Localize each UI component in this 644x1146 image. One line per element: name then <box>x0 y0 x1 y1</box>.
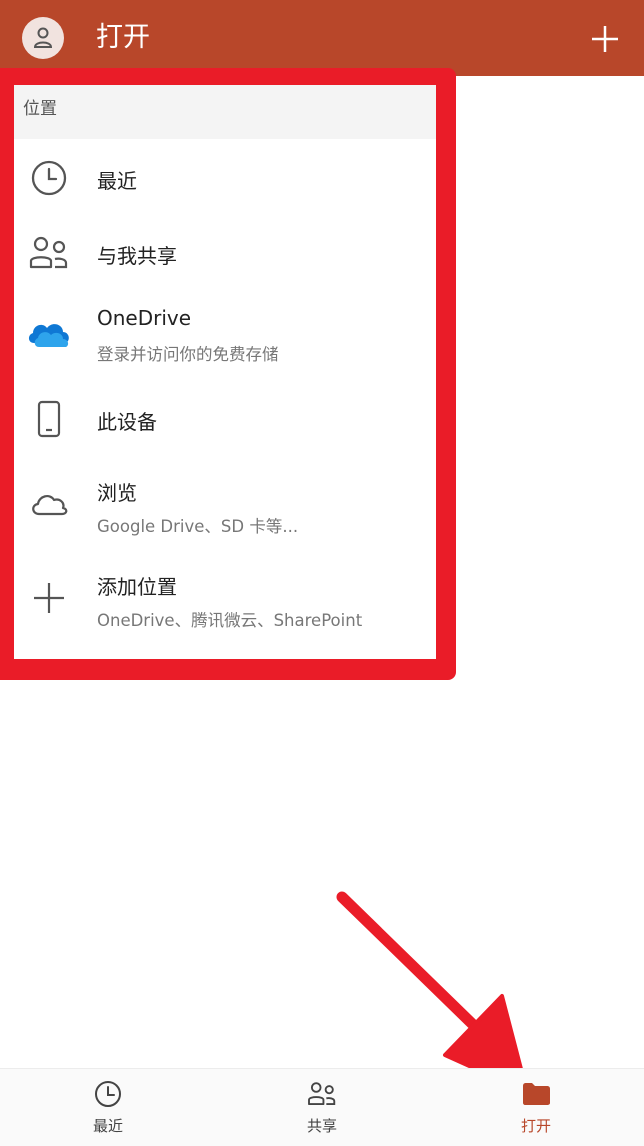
phone-icon <box>26 396 72 442</box>
folder-icon <box>520 1079 552 1109</box>
avatar[interactable] <box>22 17 64 59</box>
location-item-recent[interactable]: 最近 <box>14 139 436 215</box>
plus-icon <box>592 26 618 52</box>
nav-tab-shared[interactable]: 共享 <box>262 1069 382 1146</box>
people-icon <box>26 230 72 276</box>
app-bar: 打开 <box>0 0 644 76</box>
people-icon <box>306 1079 338 1109</box>
location-title: OneDrive <box>97 306 192 330</box>
nav-label: 打开 <box>520 1117 551 1135</box>
bottom-nav: 最近 共享 打开 <box>0 1068 644 1146</box>
location-subtitle: 登录并访问你的免费存储 <box>97 345 279 364</box>
nav-tab-recent[interactable]: 最近 <box>48 1069 168 1146</box>
location-title: 此设备 <box>97 410 157 434</box>
plus-icon <box>26 575 72 621</box>
location-item-device[interactable]: 此设备 <box>14 381 436 457</box>
location-title: 添加位置 <box>97 575 177 599</box>
location-item-shared[interactable]: 与我共享 <box>14 215 436 291</box>
clock-icon <box>92 1079 124 1109</box>
location-subtitle: OneDrive、腾讯微云、SharePoint <box>97 611 363 630</box>
section-header: 位置 <box>14 85 436 139</box>
nav-label: 共享 <box>306 1117 337 1135</box>
location-title: 与我共享 <box>97 244 177 268</box>
location-item-add[interactable]: 添加位置 OneDrive、腾讯微云、SharePoint <box>14 549 436 649</box>
location-item-onedrive[interactable]: OneDrive 登录并访问你的免费存储 <box>14 291 436 381</box>
location-title: 最近 <box>97 169 137 193</box>
clock-icon <box>26 155 72 201</box>
cloud-outline-icon <box>26 481 72 527</box>
onedrive-cloud-icon <box>24 311 72 357</box>
locations-panel: 位置 最近 与我共享 OneDrive 登录并访问你的免费存储 此设备 浏览 G… <box>14 85 436 659</box>
add-button[interactable] <box>588 22 622 56</box>
page-title: 打开 <box>96 22 150 53</box>
location-title: 浏览 <box>97 481 137 505</box>
person-icon <box>33 27 53 48</box>
location-item-browse[interactable]: 浏览 Google Drive、SD 卡等... <box>14 457 436 549</box>
location-subtitle: Google Drive、SD 卡等... <box>97 517 299 536</box>
nav-tab-open[interactable]: 打开 <box>476 1069 596 1146</box>
nav-label: 最近 <box>92 1117 123 1135</box>
